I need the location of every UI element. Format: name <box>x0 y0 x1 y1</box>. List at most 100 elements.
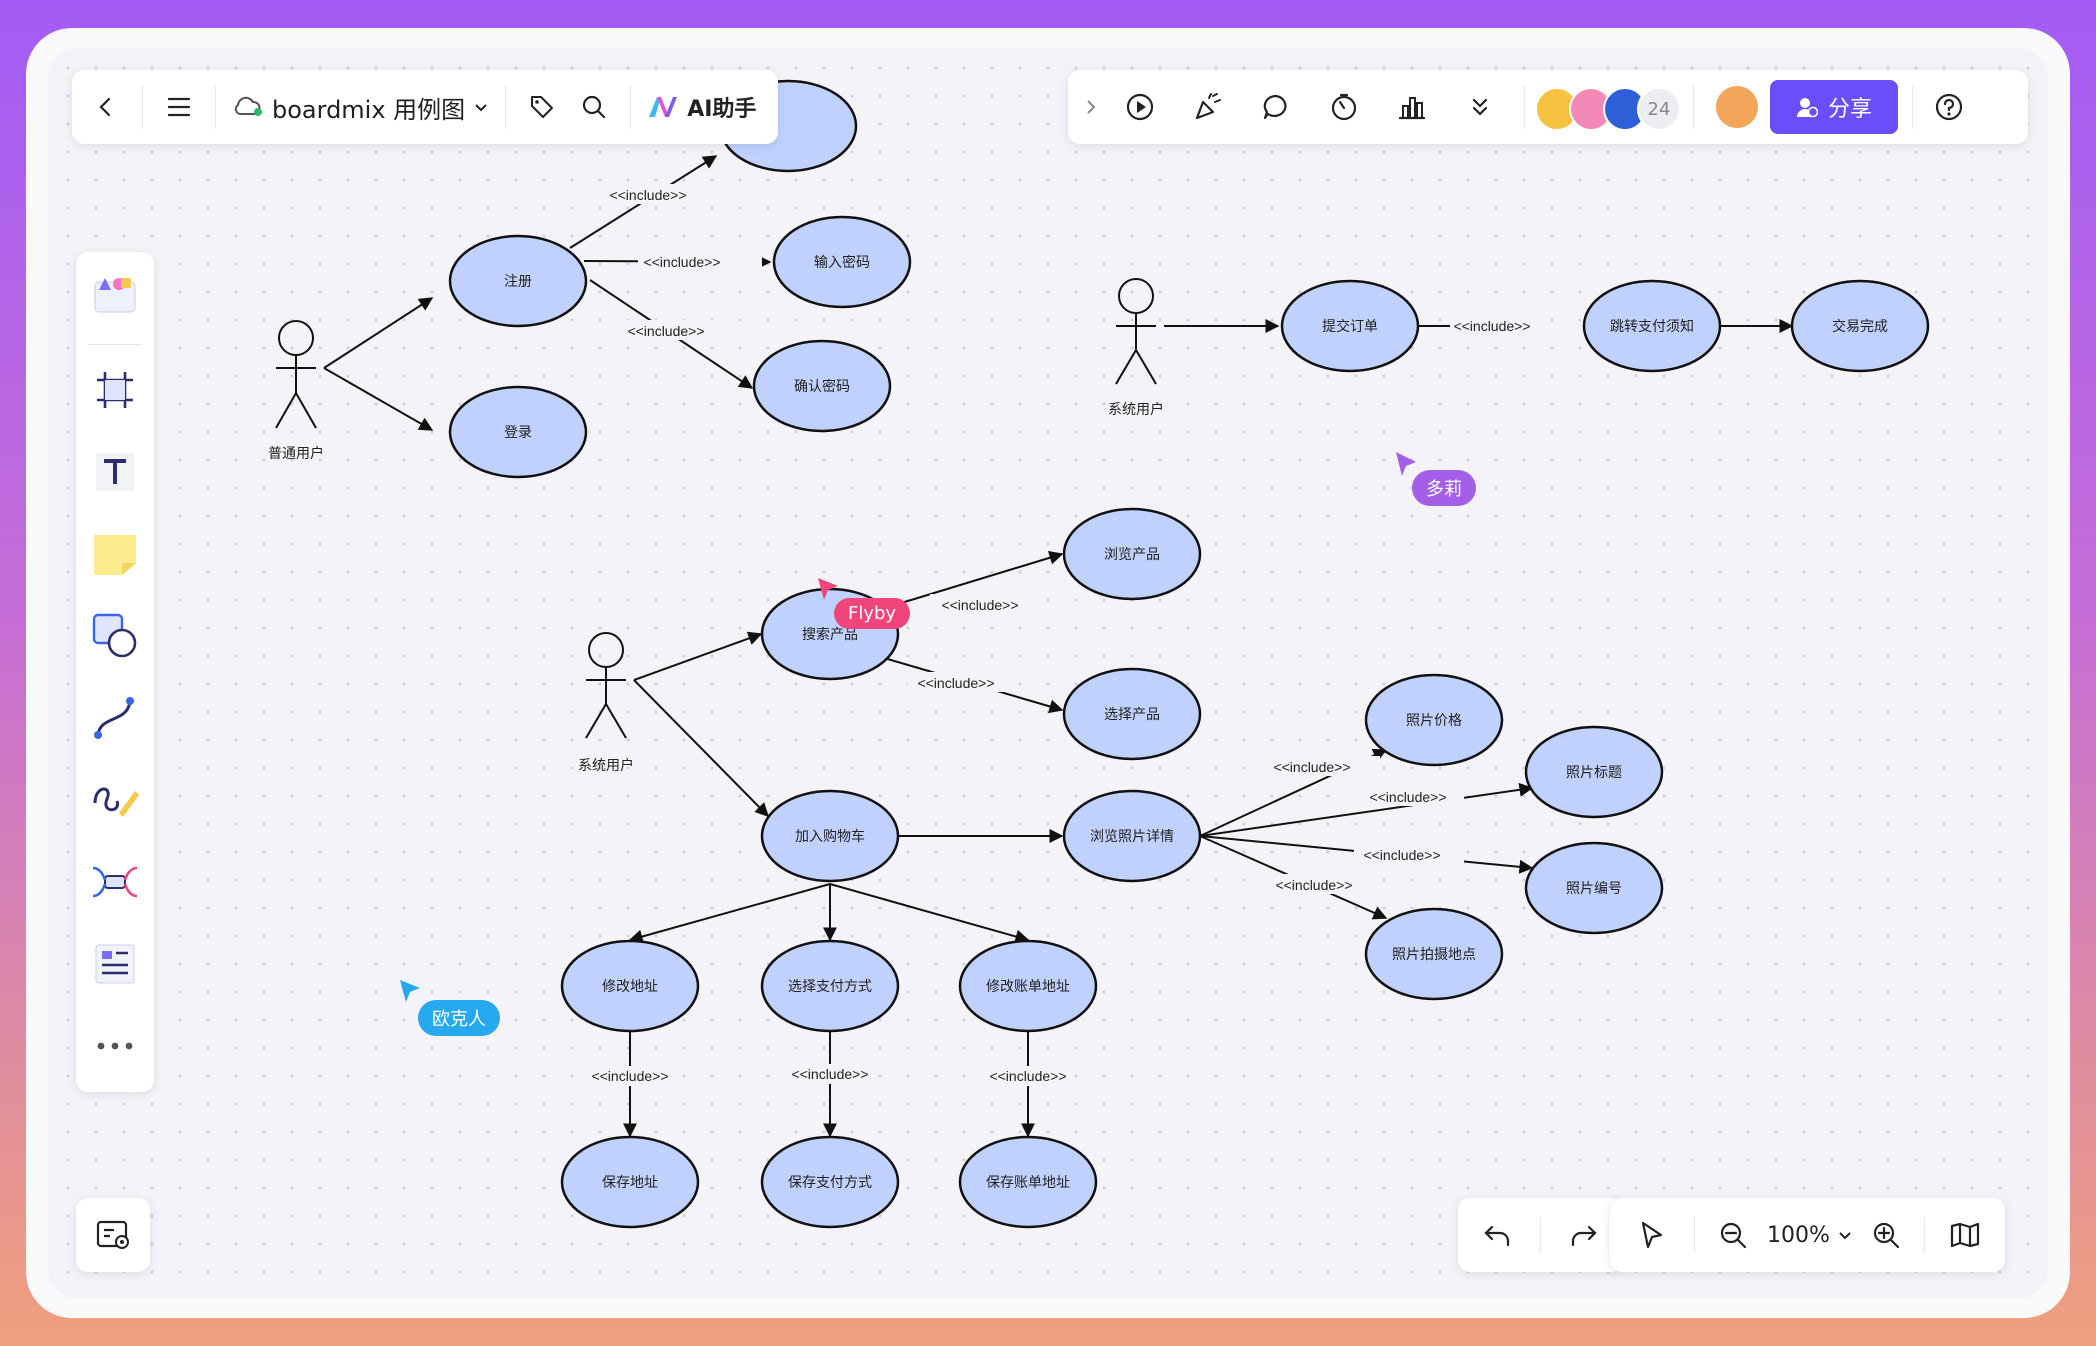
chevron-down-icon <box>475 104 487 112</box>
zoom-out-button[interactable] <box>1705 1209 1761 1261</box>
usecase-label: 修改地址 <box>602 978 658 994</box>
tag-icon <box>531 96 554 118</box>
search-icon <box>583 95 606 119</box>
minimap-icon <box>96 1220 129 1249</box>
book-open-icon <box>1950 1222 1980 1248</box>
left-toolbar <box>76 252 154 1092</box>
actor-normal-user[interactable] <box>275 320 317 429</box>
bar-chart-icon <box>1398 97 1426 120</box>
timer-icon <box>1331 93 1357 121</box>
ai-assistant-button[interactable]: AI助手 <box>641 91 770 123</box>
cursor-label-flyby: Flyby <box>834 598 911 629</box>
current-user-avatar[interactable] <box>1714 84 1760 130</box>
pen-tool[interactable] <box>85 770 145 830</box>
top-right-toolbar: 24 分享 <box>1068 70 2028 144</box>
document-icon <box>95 944 135 984</box>
more-button[interactable] <box>85 1016 145 1076</box>
back-button[interactable] <box>80 81 132 133</box>
usecase-label: 照片编号 <box>1566 880 1622 896</box>
shapes-icon <box>92 613 137 658</box>
cursor-label-okren: 欧克人 <box>418 1000 500 1036</box>
cursor-pointer-okren <box>400 980 420 1002</box>
comment-button[interactable] <box>1242 81 1310 133</box>
cursor-label-dolly: 多莉 <box>1412 470 1476 506</box>
connector-curve-icon <box>94 697 134 739</box>
template-shapes-icon <box>94 278 136 313</box>
help-icon <box>1935 93 1963 121</box>
usecase-label: 保存支付方式 <box>788 1174 872 1190</box>
actor-label: 系统用户 <box>1108 401 1164 417</box>
usecase-label: 修改账单地址 <box>986 978 1070 994</box>
include-label: <<include>> <box>1363 847 1440 863</box>
double-chevron-down-icon <box>1472 98 1488 116</box>
chevron-left-icon <box>99 97 111 117</box>
templates-tool[interactable] <box>85 264 145 324</box>
connector-tool[interactable] <box>85 688 145 748</box>
vote-button[interactable] <box>1378 81 1446 133</box>
zoom-in-button[interactable] <box>1858 1209 1914 1261</box>
undo-button[interactable] <box>1466 1209 1530 1261</box>
usecase-label: 输入密码 <box>814 254 870 270</box>
map-view-button[interactable] <box>1935 1209 1995 1261</box>
zoom-out-icon <box>1720 1222 1747 1249</box>
include-label: <<include>> <box>1273 759 1350 775</box>
ai-assistant-label: AI助手 <box>687 97 757 122</box>
mindmap-tool[interactable] <box>85 852 145 912</box>
search-button[interactable] <box>568 81 620 133</box>
usecase-label: 提交订单 <box>1322 318 1378 334</box>
timer-button[interactable] <box>1310 81 1378 133</box>
help-button[interactable] <box>1923 81 1975 133</box>
minimap-button[interactable] <box>76 1198 150 1272</box>
usecase-label: 交易完成 <box>1832 318 1888 334</box>
usecase-label: 加入购物车 <box>795 828 865 844</box>
present-button[interactable] <box>1106 81 1174 133</box>
whiteboard-canvas[interactable]: <<include>> <<include>> <<include>> <<in… <box>48 48 2048 1298</box>
cursor-pointer-dolly <box>1396 452 1416 476</box>
text-icon <box>96 453 134 491</box>
more-tools-button[interactable] <box>1446 81 1514 133</box>
redo-button[interactable] <box>1551 1209 1615 1261</box>
collapse-toolbar-button[interactable] <box>1076 81 1106 133</box>
usecase-label: 确认密码 <box>794 378 850 394</box>
top-left-toolbar: boardmix 用例图 AI助手 <box>72 70 779 144</box>
main-menu-button[interactable] <box>153 81 205 133</box>
share-button[interactable]: 分享 <box>1770 80 1899 134</box>
table-tool[interactable] <box>85 934 145 994</box>
usecase-label: 保存地址 <box>602 1174 658 1190</box>
share-label: 分享 <box>1828 97 1873 122</box>
party-popper-icon <box>1195 93 1221 120</box>
tag-button[interactable] <box>516 81 568 133</box>
usecase-label: 照片价格 <box>1406 712 1462 728</box>
ai-logo-icon <box>649 97 678 117</box>
app-window: <<include>> <<include>> <<include>> <<in… <box>26 28 2070 1318</box>
pen-icon <box>93 787 139 817</box>
add-user-icon <box>1797 98 1818 118</box>
include-label: <<include>> <box>791 1066 868 1082</box>
usecase-label: 浏览产品 <box>1104 546 1160 562</box>
play-icon <box>1126 93 1154 121</box>
zoom-level-dropdown[interactable]: 100% <box>1761 1223 1858 1248</box>
include-label: <<include>> <box>1369 789 1446 805</box>
chevron-down-icon <box>1839 1232 1851 1240</box>
text-tool[interactable] <box>85 442 145 502</box>
select-tool-button[interactable] <box>1620 1209 1684 1261</box>
sticky-note-tool[interactable] <box>85 524 145 584</box>
sticky-note-icon <box>94 535 136 575</box>
file-title-dropdown[interactable]: boardmix 用例图 <box>226 90 495 125</box>
frame-tool[interactable] <box>85 360 145 420</box>
usecase-label: 注册 <box>504 273 532 289</box>
menu-icon <box>167 97 191 117</box>
usecase-label: 跳转支付须知 <box>1610 318 1694 334</box>
undo-redo-bar <box>1458 1198 1623 1272</box>
shape-tool[interactable] <box>85 606 145 666</box>
usecase-label: 照片标题 <box>1566 764 1622 780</box>
include-label: <<include>> <box>917 675 994 691</box>
usecase-label: 选择产品 <box>1104 706 1160 722</box>
usecase-label: 选择支付方式 <box>788 978 872 994</box>
collaborator-count: 24 <box>1637 87 1681 131</box>
collaborator-avatars[interactable]: 24 <box>1535 81 1681 133</box>
celebrate-button[interactable] <box>1174 81 1242 133</box>
actor-system-user-bottom[interactable] <box>585 632 627 739</box>
actor-system-user-top[interactable] <box>1115 278 1157 385</box>
cloud-synced-icon <box>234 96 262 116</box>
